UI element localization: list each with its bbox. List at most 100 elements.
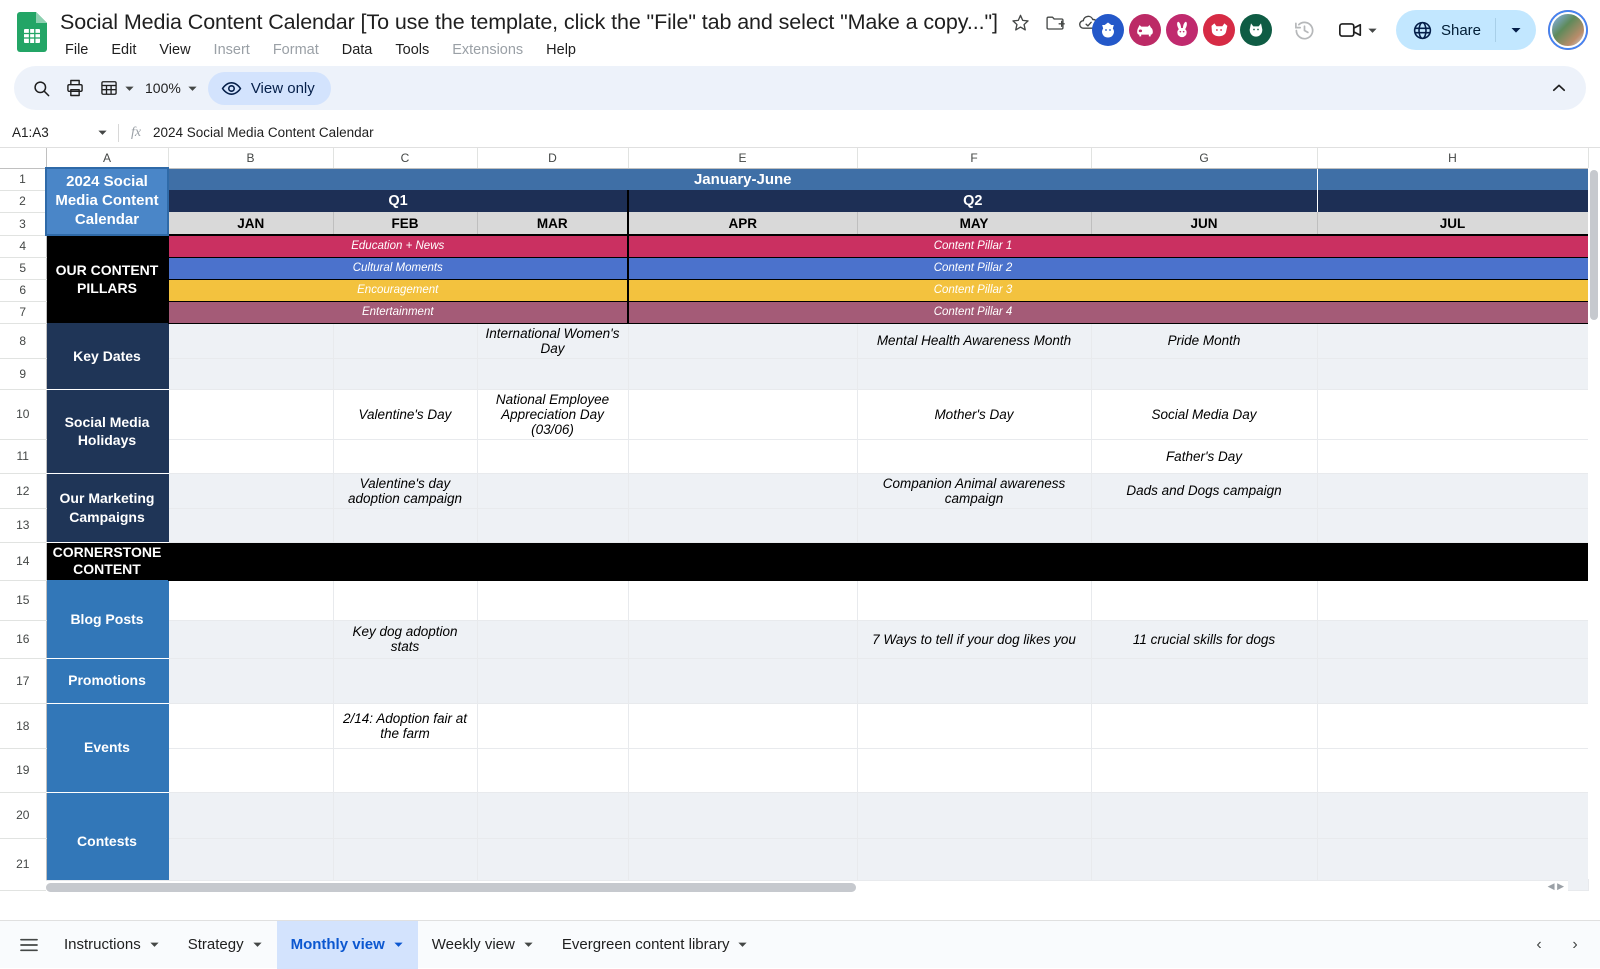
- half-year-header-overflow[interactable]: [1317, 168, 1588, 190]
- row-header-2[interactable]: 2: [0, 190, 46, 212]
- cell-B10[interactable]: [168, 389, 333, 439]
- cell-B15[interactable]: [168, 580, 333, 620]
- quarter-q1-header[interactable]: Q1: [168, 190, 628, 212]
- sheet-tab-evergreen-content-library[interactable]: Evergreen content library: [548, 921, 763, 969]
- row-header-21[interactable]: 21: [0, 838, 46, 890]
- cell-B19[interactable]: [168, 748, 333, 792]
- cell-F9[interactable]: [857, 358, 1091, 389]
- vertical-scroll-thumb[interactable]: [1590, 170, 1598, 320]
- cell-E18[interactable]: [628, 703, 857, 748]
- select-all-corner[interactable]: [0, 148, 46, 168]
- cornerstone-content-label[interactable]: CORNERSTONE CONTENT: [46, 542, 168, 580]
- column-header-E[interactable]: E: [628, 148, 857, 168]
- sheet-tab-weekly-view[interactable]: Weekly view: [418, 921, 548, 969]
- pillar-2-q3-overflow[interactable]: [1317, 257, 1588, 279]
- pillar-3-q1[interactable]: Encouragement: [168, 279, 628, 301]
- row-header-5[interactable]: 5: [0, 257, 46, 279]
- share-dropdown-caret[interactable]: [1496, 24, 1536, 36]
- column-header-A[interactable]: A: [46, 148, 168, 168]
- cell-H12[interactable]: [1317, 473, 1588, 508]
- cell-H8[interactable]: [1317, 323, 1588, 358]
- column-header-F[interactable]: F: [857, 148, 1091, 168]
- cell-D12[interactable]: [477, 473, 628, 508]
- cell-B17[interactable]: [168, 658, 333, 703]
- cell-C14[interactable]: [333, 542, 477, 580]
- document-title[interactable]: Social Media Content Calendar [To use th…: [60, 10, 998, 35]
- cell-B8[interactable]: [168, 323, 333, 358]
- cell-H18[interactable]: [1317, 703, 1588, 748]
- cell-G16[interactable]: 11 crucial skills for dogs: [1091, 620, 1317, 658]
- month-jul[interactable]: JUL: [1317, 212, 1588, 235]
- cell-B14[interactable]: [168, 542, 333, 580]
- key-dates-label[interactable]: Key Dates: [46, 323, 168, 389]
- cell-C9[interactable]: [333, 358, 477, 389]
- events-label[interactable]: Events: [46, 703, 168, 792]
- name-box[interactable]: A1:A3: [0, 125, 118, 140]
- row-header-16[interactable]: 16: [0, 620, 46, 658]
- menu-extensions[interactable]: Extensions: [449, 41, 526, 59]
- cell-C15[interactable]: [333, 580, 477, 620]
- row-header-11[interactable]: 11: [0, 439, 46, 473]
- horizontal-scroll-thumb[interactable]: [46, 883, 856, 892]
- month-feb[interactable]: FEB: [333, 212, 477, 235]
- cell-H13[interactable]: [1317, 508, 1588, 542]
- pillar-3-q2[interactable]: Content Pillar 3: [628, 279, 1317, 301]
- promotions-label[interactable]: Promotions: [46, 658, 168, 703]
- cell-F11[interactable]: [857, 439, 1091, 473]
- cell-E13[interactable]: [628, 508, 857, 542]
- collapse-toolbar-icon[interactable]: [1542, 71, 1576, 105]
- sheets-logo-icon[interactable]: [14, 10, 50, 54]
- cell-D16[interactable]: [477, 620, 628, 658]
- pig-avatar[interactable]: [1129, 14, 1161, 46]
- menu-help[interactable]: Help: [543, 41, 579, 59]
- row-header-10[interactable]: 10: [0, 389, 46, 439]
- cell-F17[interactable]: [857, 658, 1091, 703]
- half-year-header[interactable]: January-June: [168, 168, 1317, 190]
- cell-D14[interactable]: [477, 542, 628, 580]
- cell-H16[interactable]: [1317, 620, 1588, 658]
- row-header-1[interactable]: 1: [0, 168, 46, 190]
- cell-C13[interactable]: [333, 508, 477, 542]
- cell-D13[interactable]: [477, 508, 628, 542]
- prev-sheet-icon[interactable]: ‹: [1522, 928, 1556, 962]
- zoom-selector[interactable]: 100%: [135, 80, 198, 96]
- cell-C19[interactable]: [333, 748, 477, 792]
- cell-B13[interactable]: [168, 508, 333, 542]
- row-header-17[interactable]: 17: [0, 658, 46, 703]
- cell-C17[interactable]: [333, 658, 477, 703]
- cell-F18[interactable]: [857, 703, 1091, 748]
- cell-B9[interactable]: [168, 358, 333, 389]
- cell-C16[interactable]: Key dog adoption stats: [333, 620, 477, 658]
- cell-B12[interactable]: [168, 473, 333, 508]
- spreadsheet-grid[interactable]: A B C D E F G H 1 2024 Social Media Cont…: [0, 148, 1600, 893]
- row-header-7[interactable]: 7: [0, 301, 46, 323]
- cell-E10[interactable]: [628, 389, 857, 439]
- cell-E16[interactable]: [628, 620, 857, 658]
- cell-F14[interactable]: [857, 542, 1091, 580]
- our-marketing-campaigns-label[interactable]: Our Marketing Campaigns: [46, 473, 168, 542]
- cell-G17[interactable]: [1091, 658, 1317, 703]
- menu-edit[interactable]: Edit: [108, 41, 139, 59]
- cell-H20[interactable]: [1317, 792, 1588, 838]
- view-mode-selector[interactable]: [92, 71, 135, 105]
- star-icon[interactable]: [1010, 12, 1032, 34]
- move-to-folder-icon[interactable]: [1044, 12, 1066, 34]
- menu-tools[interactable]: Tools: [392, 41, 432, 59]
- cell-G10[interactable]: Social Media Day: [1091, 389, 1317, 439]
- cell-F19[interactable]: [857, 748, 1091, 792]
- pillar-2-q2[interactable]: Content Pillar 2: [628, 257, 1317, 279]
- row-header-9[interactable]: 9: [0, 358, 46, 389]
- quarter-q2-header[interactable]: Q2: [628, 190, 1317, 212]
- row-header-18[interactable]: 18: [0, 703, 46, 748]
- cell-D20[interactable]: [477, 792, 628, 838]
- print-icon[interactable]: [58, 71, 92, 105]
- calendar-title-cell[interactable]: 2024 Social Media Content Calendar: [46, 168, 168, 235]
- cell-B20[interactable]: [168, 792, 333, 838]
- row-header-19[interactable]: 19: [0, 748, 46, 792]
- row-header-4[interactable]: 4: [0, 235, 46, 257]
- cell-G20[interactable]: [1091, 792, 1317, 838]
- cell-E15[interactable]: [628, 580, 857, 620]
- blog-posts-label[interactable]: Blog Posts: [46, 580, 168, 658]
- share-button[interactable]: Share: [1396, 10, 1536, 50]
- menu-format[interactable]: Format: [270, 41, 322, 59]
